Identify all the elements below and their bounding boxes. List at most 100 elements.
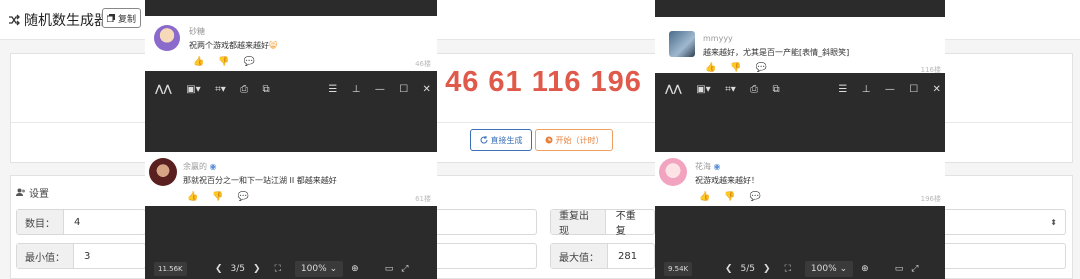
fullscreen-icon[interactable]: ▭ xyxy=(385,264,394,274)
comment-user-name: 余赢的 xyxy=(183,162,207,171)
page-indicator: 5/5 xyxy=(740,264,756,274)
dislike-icon[interactable]: 👎 xyxy=(724,192,735,202)
zoom-select[interactable]: 100% ⌄ xyxy=(294,261,344,277)
comment-actions: 👍 👎 💬 xyxy=(187,192,249,202)
comment-user: 砂糖 xyxy=(189,27,205,36)
image-icon[interactable]: ▣▾ xyxy=(186,84,200,95)
min-field[interactable]: 最小值： 3 xyxy=(16,243,146,269)
avatar xyxy=(659,158,687,186)
dislike-icon[interactable]: 👎 xyxy=(218,57,229,67)
fit-icon[interactable]: ⛶ xyxy=(785,264,791,274)
comment-text: 祝两个游戏都越来越好😸 xyxy=(189,40,277,51)
fullscreen-icon[interactable]: ▭ xyxy=(895,264,904,274)
print-icon[interactable]: ⎙ xyxy=(750,84,758,95)
menu-icon[interactable]: ☰ xyxy=(328,84,337,95)
pin-icon[interactable]: ⊥ xyxy=(862,84,871,95)
zoom-in-icon[interactable]: ⊕ xyxy=(351,264,359,274)
reply-icon[interactable]: 💬 xyxy=(237,192,248,202)
min-value[interactable]: 3 xyxy=(74,251,100,262)
expand-icon[interactable]: ⤢ xyxy=(401,264,408,274)
next-icon[interactable]: ❯ xyxy=(763,264,771,274)
repeat-select-tail[interactable]: ⬍ xyxy=(944,209,1066,235)
direct-generate-button[interactable]: 直接生成 xyxy=(470,129,532,151)
like-icon[interactable]: 👍 xyxy=(193,57,204,67)
comment-card: 花海 ◉ 祝游戏越来越好！ 👍 👎 💬 196楼 xyxy=(655,152,945,206)
app-logo-icon: ⋀⋀ xyxy=(665,84,682,95)
like-icon[interactable]: 👍 xyxy=(705,63,716,73)
image-viewer-left: 砂糖 祝两个游戏都越来越好😸 👍 👎 💬 46楼 ⋀⋀ ▣▾ ⌗▾ ⎙ ⧉ ☰ ⊥ … xyxy=(145,0,437,279)
comment-floor: 46楼 xyxy=(415,60,431,68)
dislike-icon[interactable]: 👎 xyxy=(730,63,741,73)
expand-icon[interactable]: ⤢ xyxy=(911,264,918,274)
share-icon[interactable]: ⧉ xyxy=(772,84,779,95)
refresh-icon xyxy=(480,136,488,144)
minimize-icon[interactable]: — xyxy=(885,84,895,95)
comment-floor: 61楼 xyxy=(415,195,431,203)
menu-icon[interactable]: ☰ xyxy=(838,84,847,95)
count-field[interactable]: 数目： 4 xyxy=(16,209,146,235)
direct-generate-label: 直接生成 xyxy=(490,135,523,145)
avatar xyxy=(149,158,177,186)
comment-text: 祝游戏越来越好！ xyxy=(695,176,759,185)
min-label: 最小值： xyxy=(17,244,74,268)
max-label: 最大值： xyxy=(551,244,608,268)
copy-label: 复制 xyxy=(118,14,137,25)
verified-icon: ◉ xyxy=(713,162,721,171)
clock-icon xyxy=(545,136,553,144)
count-field-tail[interactable] xyxy=(437,209,537,235)
fit-icon[interactable]: ⛶ xyxy=(275,264,281,274)
settings-title-text: 设置 xyxy=(29,189,49,200)
sort-caret-icon: ⬍ xyxy=(1050,218,1057,227)
repeat-select[interactable]: 重复出现 不重复 xyxy=(550,207,655,237)
prev-icon[interactable]: ❮ xyxy=(215,264,223,274)
close-icon[interactable]: ✕ xyxy=(933,84,941,95)
pin-icon[interactable]: ⊥ xyxy=(352,84,361,95)
min-field-tail[interactable] xyxy=(437,243,537,269)
comment-text-body: 祝两个游戏都越来越好 xyxy=(189,41,269,50)
result-numbers: 46 61 116 196 xyxy=(445,66,642,98)
reply-icon[interactable]: 💬 xyxy=(243,57,254,67)
app-title-text: 随机数生成器 xyxy=(24,13,108,29)
comment-user: 花海 ◉ xyxy=(695,161,721,172)
image-icon[interactable]: ▣▾ xyxy=(696,84,710,95)
comment-text: 越来越好，尤其是百一产能[表情_斜眼笑] xyxy=(703,48,850,57)
dislike-icon[interactable]: 👎 xyxy=(212,192,223,202)
max-field-tail[interactable] xyxy=(944,243,1066,269)
users-icon xyxy=(16,188,26,197)
minimize-icon[interactable]: — xyxy=(375,84,385,95)
reply-icon[interactable]: 💬 xyxy=(749,192,760,202)
copy-icon xyxy=(107,14,115,22)
viewer-pager: ❮ 5/5 ❯ ⛶ 100% ⌄ ⊕ ▭ ⤢ xyxy=(725,261,918,277)
avatar xyxy=(154,25,180,51)
viewer-pager: ❮ 3/5 ❯ ⛶ 100% ⌄ ⊕ ▭ ⤢ xyxy=(215,261,408,277)
share-icon[interactable]: ⧉ xyxy=(262,84,269,95)
prev-icon[interactable]: ❮ xyxy=(725,264,733,274)
maximize-icon[interactable]: ☐ xyxy=(909,84,918,95)
crop-icon[interactable]: ⌗▾ xyxy=(725,84,736,95)
start-timer-button[interactable]: 开始（计时） xyxy=(535,129,613,151)
print-icon[interactable]: ⎙ xyxy=(240,84,248,95)
zoom-in-icon[interactable]: ⊕ xyxy=(861,264,869,274)
viewer-toolbar: ⋀⋀ ▣▾ ⌗▾ ⎙ ⧉ ☰ ⊥ — ☐ ✕ xyxy=(155,84,431,95)
close-icon[interactable]: ✕ xyxy=(423,84,431,95)
chevron-down-icon: ⌄ xyxy=(839,264,848,274)
zoom-select[interactable]: 100% ⌄ xyxy=(804,261,854,277)
reply-icon[interactable]: 💬 xyxy=(755,63,766,73)
max-field[interactable]: 最大值： 281 xyxy=(550,243,655,269)
like-icon[interactable]: 👍 xyxy=(187,192,198,202)
comment-user-name: 花海 xyxy=(695,162,711,171)
crop-icon[interactable]: ⌗▾ xyxy=(215,84,226,95)
max-value[interactable]: 281 xyxy=(608,251,647,262)
app-logo-icon: ⋀⋀ xyxy=(155,84,172,95)
count-value[interactable]: 4 xyxy=(64,217,90,228)
maximize-icon[interactable]: ☐ xyxy=(399,84,408,95)
comment-user: 余赢的 ◉ xyxy=(183,161,217,172)
file-size-badge: 9.54K xyxy=(664,262,693,276)
file-size-badge: 11.56K xyxy=(154,262,187,276)
like-icon[interactable]: 👍 xyxy=(699,192,710,202)
repeat-value[interactable]: 不重复 xyxy=(606,207,654,237)
copy-button[interactable]: 复制 xyxy=(102,8,142,28)
comment-floor: 196楼 xyxy=(920,195,941,203)
next-icon[interactable]: ❯ xyxy=(253,264,261,274)
verified-icon: ◉ xyxy=(209,162,217,171)
